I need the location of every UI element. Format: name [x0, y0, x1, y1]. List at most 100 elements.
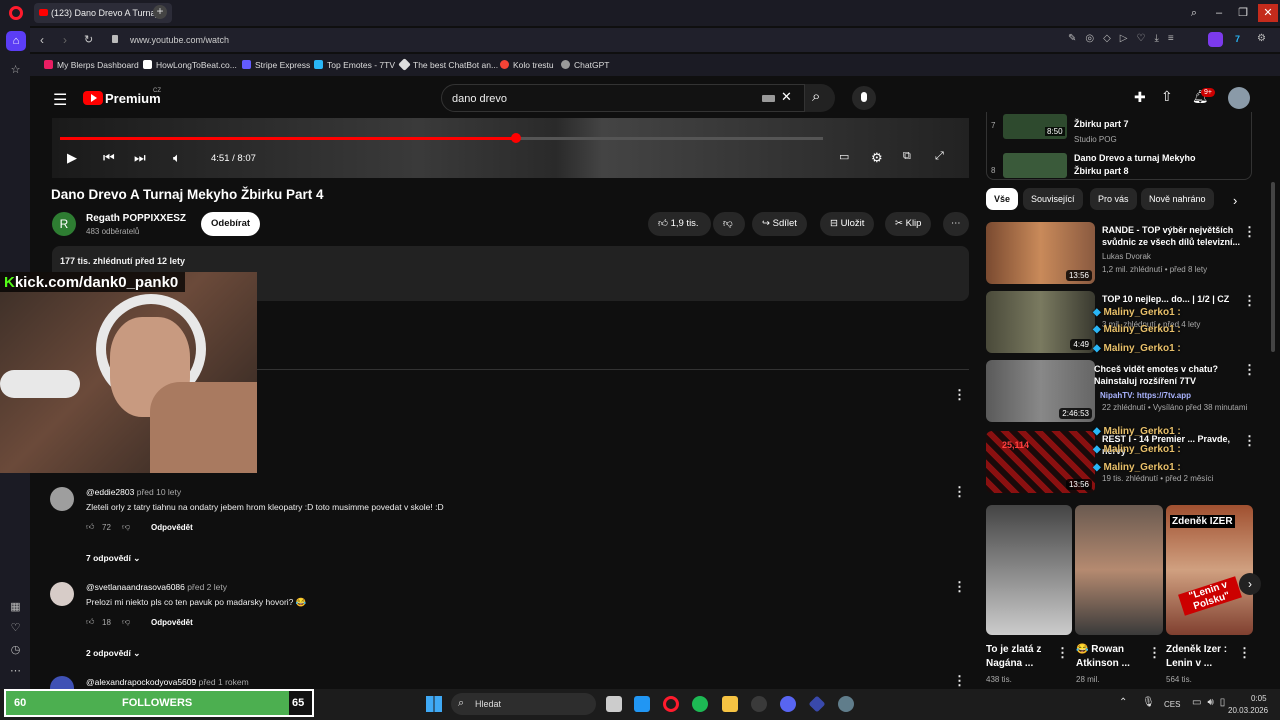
next-icon[interactable]: ⏭︎ — [134, 150, 146, 166]
related-menu-icon[interactable]: ⋮ — [1243, 224, 1256, 240]
reply-button[interactable]: Odpovědět — [151, 523, 193, 532]
subtitles-icon[interactable]: ▭ — [839, 150, 849, 163]
browser-tab[interactable]: (123) Dano Drevo A Turnaj — [34, 3, 172, 23]
comment-menu-icon[interactable]: ⋮ — [953, 387, 966, 403]
reload-icon[interactable]: ↻ — [84, 33, 93, 46]
bookmark-chatgpt[interactable]: ChatGPT — [561, 60, 609, 70]
related-menu-icon[interactable]: ⋮ — [1243, 433, 1256, 449]
playlist-title[interactable]: Dano Drevo a turnaj Mekyho Žbirku part 8 — [1074, 152, 1214, 178]
bookmark-blerps[interactable]: My Blerps Dashboard — [44, 60, 139, 70]
more-icon[interactable]: ⋯ — [9, 664, 22, 677]
desktop-icon[interactable] — [634, 696, 650, 712]
short-menu-icon[interactable]: ⋮ — [1148, 645, 1161, 661]
opera-taskbar-icon[interactable] — [663, 696, 679, 712]
short-thumb[interactable] — [986, 505, 1072, 635]
back-icon[interactable]: ‹ — [40, 33, 44, 47]
more-actions-button[interactable]: ⋯ — [943, 212, 969, 236]
minimize-button[interactable]: – — [1209, 4, 1229, 22]
account-avatar[interactable] — [1228, 87, 1250, 109]
apps-icon[interactable]: ▦ — [9, 600, 22, 613]
tray-chevron-icon[interactable]: ⌃ — [1119, 697, 1127, 708]
chip-for-you[interactable]: Pro vás — [1090, 188, 1137, 210]
history-icon[interactable]: ◷ — [9, 643, 22, 656]
youtube-logo-icon[interactable] — [83, 91, 103, 105]
comment-author[interactable]: @alexandrapockodyova5609 před 1 rokem — [86, 677, 249, 687]
volume-icon[interactable]: 🔈︎ — [173, 150, 181, 166]
save-button[interactable]: ⊟ Uložit — [820, 212, 875, 236]
new-tab-button[interactable]: + — [153, 5, 167, 19]
start-icon[interactable] — [426, 696, 442, 712]
bookmark-kolo-trestu[interactable]: Kolo trestu — [500, 60, 554, 70]
short-menu-icon[interactable]: ⋮ — [1056, 645, 1069, 661]
comment-dislike-icon[interactable]: 👎︎ — [122, 522, 130, 532]
video-player[interactable] — [52, 118, 969, 178]
related-thumb[interactable]: 13:56 — [986, 222, 1095, 284]
bookmark-stripe[interactable]: Stripe Express — [242, 60, 310, 70]
chip-recent[interactable]: Nově nahráno — [1141, 188, 1214, 210]
settings-icon[interactable]: ⚙ — [1257, 33, 1266, 44]
search-tabs-icon[interactable]: ⌕ — [1184, 4, 1204, 22]
search-input[interactable]: dano drevo — [441, 84, 805, 112]
short-menu-icon[interactable]: ⋮ — [1238, 645, 1251, 661]
playlist-title[interactable]: Žbirku part 7 — [1074, 119, 1129, 129]
7tv-extension-icon[interactable]: 7 — [1235, 34, 1240, 44]
bookmark-chatbot[interactable]: The best ChatBot an... — [398, 58, 498, 71]
channel-name[interactable]: Regath POPPIXXESZ — [86, 213, 186, 224]
related-menu-icon[interactable]: ⋮ — [1243, 293, 1256, 309]
short-title[interactable]: To je zlatá z Nagána ... — [986, 643, 1052, 671]
short-thumb[interactable]: Zdeněk IZER "Lenin v Polsku" — [1166, 505, 1253, 635]
steam-icon[interactable] — [751, 696, 767, 712]
subscribe-button[interactable]: Odebírat — [201, 212, 261, 236]
dislike-button[interactable]: 👎︎ — [713, 212, 745, 236]
short-title[interactable]: Zdeněk Izer : Lenin v ... — [1166, 643, 1232, 671]
miniplayer-icon[interactable]: ⧉ — [903, 150, 911, 163]
show-replies-button[interactable]: 2 odpovědí ⌄ — [86, 648, 140, 659]
related-thumb[interactable]: 2:46:53 — [986, 360, 1095, 422]
tray-mic-icon[interactable]: 🎙︎ — [1142, 697, 1155, 708]
channel-avatar[interactable]: R — [52, 212, 76, 236]
comment-author[interactable]: @svetlanaandrasova6086 před 2 lety — [86, 582, 227, 592]
upload-icon[interactable]: ⇧ — [1161, 88, 1173, 105]
ai-icon[interactable] — [1208, 32, 1223, 47]
bookmark-howlongtobeat[interactable]: HowLongToBeat.co... — [143, 60, 237, 70]
bookmark-7tv[interactable]: Top Emotes - 7TV — [314, 60, 395, 70]
opera-logo-icon[interactable] — [9, 6, 23, 20]
clock-time[interactable]: 0:05 — [1251, 694, 1267, 703]
tray-icons[interactable]: ▭🔊︎▯ — [1192, 697, 1231, 708]
settings-taskbar-icon[interactable] — [838, 696, 854, 712]
comment-dislike-icon[interactable]: 👎︎ — [122, 617, 130, 627]
playlist-thumb[interactable] — [1003, 153, 1067, 178]
fullscreen-icon[interactable]: ⤢ — [935, 150, 944, 163]
comment-like-icon[interactable]: 👍︎ — [86, 617, 94, 627]
short-thumb[interactable] — [1075, 505, 1163, 635]
related-menu-icon[interactable]: ⋮ — [1243, 362, 1256, 378]
spotify-icon[interactable] — [692, 696, 708, 712]
chips-next-icon[interactable]: › — [1233, 193, 1237, 208]
previous-icon[interactable]: ⏮︎ — [103, 150, 115, 166]
comment-avatar[interactable] — [50, 582, 74, 606]
comment-author[interactable]: @eddie2803 před 10 lety — [86, 487, 181, 497]
maximize-button[interactable]: ❐ — [1233, 4, 1253, 22]
create-icon[interactable]: ✚ — [1134, 89, 1146, 106]
progress-knob[interactable] — [511, 133, 521, 143]
related-thumb[interactable]: 25,114 13:56 — [986, 431, 1095, 493]
home-icon[interactable]: ⌂ — [6, 31, 26, 51]
show-replies-button[interactable]: 7 odpovědí ⌄ — [86, 553, 140, 564]
play-icon[interactable]: ▶ — [67, 150, 77, 166]
file-explorer-icon[interactable] — [722, 696, 738, 712]
chip-all[interactable]: Vše — [986, 188, 1019, 210]
voice-search-button[interactable] — [852, 86, 876, 110]
clip-button[interactable]: ✂ Klip — [885, 212, 932, 236]
related-thumb[interactable]: 4:49 — [986, 291, 1095, 353]
reply-button[interactable]: Odpovědět — [151, 618, 193, 627]
clock-date[interactable]: 20.03.2026 — [1228, 706, 1268, 715]
comment-menu-icon[interactable]: ⋮ — [953, 673, 966, 689]
like-button[interactable]: 👍︎ 1,9 tis. — [648, 212, 711, 236]
related-title[interactable]: RANDE - TOP výběr největších svůdnic ze … — [1102, 224, 1242, 248]
forward-icon[interactable]: › — [63, 33, 67, 47]
taskbar-search[interactable]: Hledat — [451, 693, 596, 715]
discord-icon[interactable] — [780, 696, 796, 712]
star-icon[interactable]: ☆ — [9, 63, 22, 76]
url-field[interactable]: www.youtube.com/watch — [104, 30, 1044, 50]
related-title[interactable]: TOP 10 nejlep... do... | 1/2 | CZ — [1102, 293, 1242, 305]
